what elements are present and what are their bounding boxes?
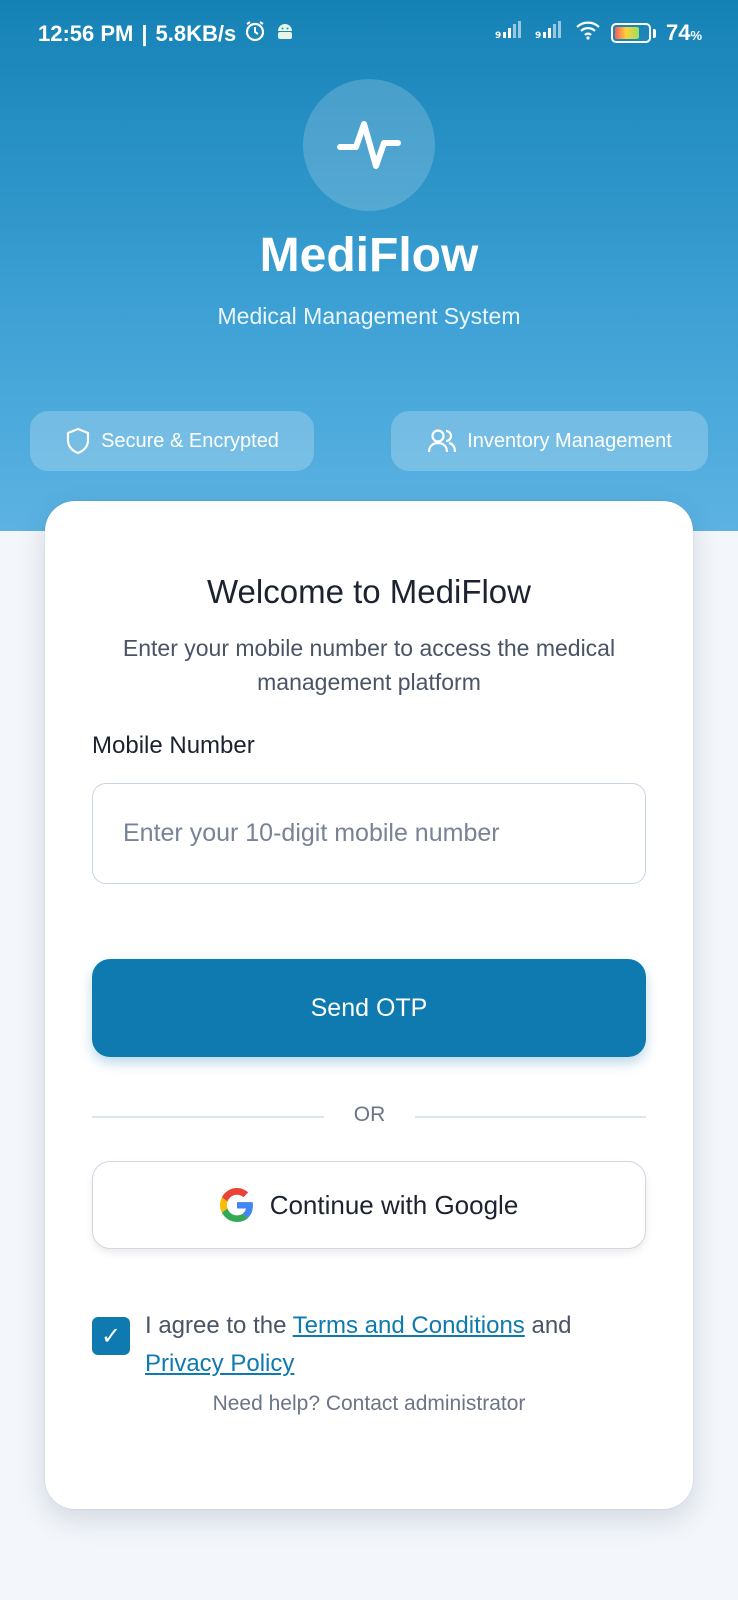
feature-secure: Secure & Encrypted	[30, 411, 314, 471]
status-time: 12:56 PM	[38, 21, 134, 46]
status-right: 9 9 74%	[495, 20, 702, 46]
mobile-number-input[interactable]	[92, 783, 646, 884]
net-speed: 5.8KB/s	[155, 21, 237, 46]
google-signin-button[interactable]: Continue with Google	[92, 1161, 646, 1249]
or-divider-label: OR	[353, 1103, 386, 1126]
divider-right	[415, 1116, 646, 1118]
feature-inventory-label: Inventory Management	[467, 429, 672, 452]
signal-icon: 9	[495, 20, 525, 46]
terms-link[interactable]: Terms and Conditions	[293, 1312, 525, 1339]
feature-secure-label: Secure & Encrypted	[101, 429, 279, 452]
shield-icon	[66, 427, 90, 455]
status-left: 12:56 PM | 5.8KB/s	[38, 20, 296, 48]
pulse-icon	[337, 121, 401, 169]
agree-text: I agree to the Terms and Conditions and P…	[145, 1312, 572, 1377]
signal-icon-2: 9	[535, 20, 565, 46]
help-text[interactable]: Need help? Contact administrator	[45, 1392, 693, 1416]
feature-inventory: Inventory Management	[391, 411, 708, 471]
checkmark-icon: ✓	[100, 1322, 122, 1350]
app-subtitle: Medical Management System	[217, 303, 521, 329]
alarm-icon	[244, 20, 266, 48]
google-icon	[219, 1188, 253, 1222]
mobile-number-label: Mobile Number	[92, 732, 255, 759]
privacy-link[interactable]: Privacy Policy	[145, 1350, 294, 1377]
wifi-icon	[575, 20, 601, 46]
status-bar: 12:56 PM | 5.8KB/s 9 9 74%	[0, 0, 738, 66]
welcome-heading: Welcome to MediFlow	[207, 573, 531, 610]
app-title: MediFlow	[259, 229, 479, 282]
svg-text:9: 9	[535, 31, 541, 40]
google-signin-label: Continue with Google	[269, 1189, 519, 1220]
divider-left	[92, 1116, 324, 1118]
battery-icon	[610, 23, 651, 43]
users-icon	[428, 429, 457, 453]
welcome-description: Enter your mobile number to access the m…	[122, 635, 616, 695]
app-logo	[303, 79, 435, 211]
svg-text:9: 9	[495, 31, 501, 40]
agree-checkbox[interactable]: ✓	[92, 1317, 130, 1355]
send-otp-button[interactable]: Send OTP	[92, 959, 646, 1057]
login-card: Welcome to MediFlow Enter your mobile nu…	[45, 501, 693, 1509]
battery-percent: 74%	[665, 20, 702, 45]
android-icon	[274, 20, 296, 48]
